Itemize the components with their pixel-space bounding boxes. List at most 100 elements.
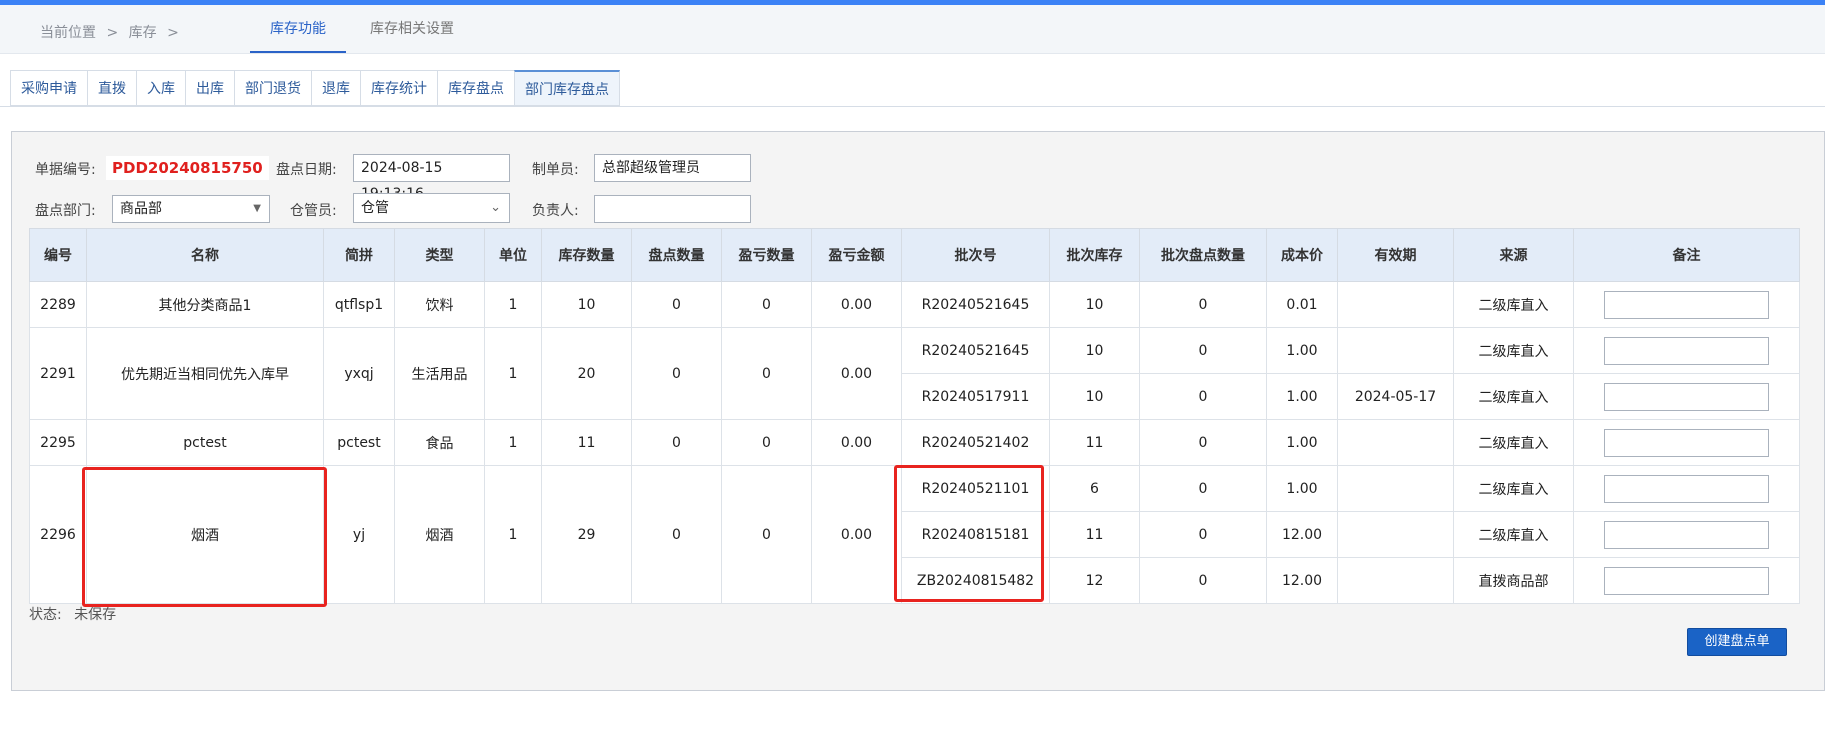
memo-input[interactable] <box>1604 520 1769 549</box>
tab-dept-stocktake[interactable]: 部门库存盘点 <box>514 70 620 106</box>
tab-inventory-stats[interactable]: 库存统计 <box>360 70 437 106</box>
memo-input[interactable] <box>1604 290 1769 319</box>
cell-source: 二级库直入 <box>1453 465 1574 512</box>
status-label: 状态: <box>29 607 62 623</box>
cell-stock: 29 <box>541 465 632 604</box>
cell-memo <box>1573 557 1800 604</box>
cell-cost: 12.00 <box>1266 511 1338 558</box>
tab-stock-in[interactable]: 入库 <box>136 70 185 106</box>
maker-field[interactable]: 总部超级管理员 <box>594 154 751 182</box>
cell-cost: 1.00 <box>1266 373 1338 420</box>
cell-batch-no: R20240521645 <box>901 327 1050 374</box>
column-header-unit: 单位 <box>484 228 542 282</box>
cell-name: 其他分类商品1 <box>86 281 324 328</box>
memo-input[interactable] <box>1604 428 1769 457</box>
column-header-cost: 成本价 <box>1266 228 1338 282</box>
cell-memo <box>1573 465 1800 512</box>
dept-select-value: 商品部 <box>120 201 162 217</box>
cell-type: 饮料 <box>394 281 485 328</box>
date-field[interactable]: 2024-08-15 19:13:16 <box>353 154 510 202</box>
column-header-type: 类型 <box>394 228 485 282</box>
cell-abbr: yxqj <box>323 327 395 420</box>
cell-expiry <box>1337 465 1454 512</box>
cell-batch-stock: 10 <box>1049 327 1140 374</box>
column-header-batch-no: 批次号 <box>901 228 1050 282</box>
cell-unit: 1 <box>484 465 542 604</box>
cell-batch-count[interactable]: 0 <box>1139 281 1267 328</box>
cell-batch-count[interactable]: 0 <box>1139 557 1267 604</box>
cell-count: 0 <box>631 465 722 604</box>
dept-select[interactable]: 商品部 ▼ <box>112 195 270 223</box>
table-row: 2291 优先期近当相同优先入库早 yxqj 生活用品 1 20 0 0 0.0… <box>29 327 1800 420</box>
cell-batch-count[interactable]: 0 <box>1139 419 1267 466</box>
chevron-down-icon: ⌄ <box>490 200 501 215</box>
status-line: 状态: 未保存 <box>29 604 116 624</box>
cell-cost: 0.01 <box>1266 281 1338 328</box>
highlight-batch-box <box>894 465 1044 602</box>
tab-stock-out[interactable]: 出库 <box>185 70 234 106</box>
cell-amount: 0.00 <box>811 281 902 328</box>
cell-source: 二级库直入 <box>1453 327 1574 374</box>
tab-stocktake[interactable]: 库存盘点 <box>437 70 514 106</box>
memo-input[interactable] <box>1604 336 1769 365</box>
cell-batch-stock: 10 <box>1049 281 1140 328</box>
column-header-count: 盘点数量 <box>631 228 722 282</box>
cell-abbr: pctest <box>323 419 395 466</box>
tab-dept-return[interactable]: 部门退货 <box>234 70 311 106</box>
cell-stock: 20 <box>541 327 632 420</box>
column-header-amount: 盈亏金额 <box>811 228 902 282</box>
column-header-abbr: 简拼 <box>323 228 395 282</box>
create-stocktake-button[interactable]: 创建盘点单 <box>1687 628 1787 656</box>
cell-source: 二级库直入 <box>1453 419 1574 466</box>
cell-stock: 11 <box>541 419 632 466</box>
memo-input[interactable] <box>1604 474 1769 503</box>
keeper-select[interactable]: 仓管 ⌄ <box>353 193 510 223</box>
column-header-diff: 盈亏数量 <box>721 228 812 282</box>
function-tabs: 采购申请 直拨 入库 出库 部门退货 退库 库存统计 库存盘点 部门库存盘点 <box>10 70 620 106</box>
cell-name: pctest <box>86 419 324 466</box>
cell-batch-no: R20240521645 <box>901 281 1050 328</box>
table-header-row: 编号 名称 简拼 类型 单位 库存数量 盘点数量 盈亏数量 盈亏金额 批次号 批… <box>29 228 1800 282</box>
cell-diff: 0 <box>721 465 812 604</box>
cell-batch-count[interactable]: 0 <box>1139 327 1267 374</box>
tab-inventory-functions[interactable]: 库存功能 <box>250 5 346 53</box>
cell-source: 直拨商品部 <box>1453 557 1574 604</box>
column-header-source: 来源 <box>1453 228 1574 282</box>
cell-abbr: qtflsp1 <box>323 281 395 328</box>
breadcrumb-separator: > <box>167 25 179 41</box>
memo-input[interactable] <box>1604 382 1769 411</box>
tab-purchase-request[interactable]: 采购申请 <box>10 70 87 106</box>
cell-expiry <box>1337 511 1454 558</box>
column-header-expiry: 有效期 <box>1337 228 1454 282</box>
cell-source: 二级库直入 <box>1453 281 1574 328</box>
cell-amount: 0.00 <box>811 327 902 420</box>
tabs-divider <box>0 106 1825 107</box>
column-header-memo: 备注 <box>1573 228 1800 282</box>
date-label: 盘点日期: <box>276 162 337 178</box>
tab-return-to-stock[interactable]: 退库 <box>311 70 360 106</box>
cell-count: 0 <box>631 281 722 328</box>
cell-batch-stock: 12 <box>1049 557 1140 604</box>
cell-unit: 1 <box>484 419 542 466</box>
cell-batch-stock: 6 <box>1049 465 1140 512</box>
dept-label: 盘点部门: <box>35 203 96 219</box>
cell-diff: 0 <box>721 281 812 328</box>
breadcrumb-section[interactable]: 库存 <box>129 25 157 41</box>
cell-cost: 1.00 <box>1266 419 1338 466</box>
cell-unit: 1 <box>484 327 542 420</box>
column-header-batch-count: 批次盘点数量 <box>1139 228 1267 282</box>
tab-direct-transfer[interactable]: 直拨 <box>87 70 136 106</box>
owner-field[interactable] <box>594 195 751 223</box>
cell-memo <box>1573 327 1800 374</box>
cell-memo <box>1573 281 1800 328</box>
cell-cost: 12.00 <box>1266 557 1338 604</box>
cell-type: 食品 <box>394 419 485 466</box>
memo-input[interactable] <box>1604 566 1769 595</box>
cell-cost: 1.00 <box>1266 327 1338 374</box>
cell-batch-count[interactable]: 0 <box>1139 373 1267 420</box>
cell-batch-count[interactable]: 0 <box>1139 511 1267 558</box>
cell-batch-count[interactable]: 0 <box>1139 465 1267 512</box>
tab-inventory-settings[interactable]: 库存相关设置 <box>350 5 474 53</box>
cell-batch-stock: 10 <box>1049 373 1140 420</box>
cell-stock: 10 <box>541 281 632 328</box>
